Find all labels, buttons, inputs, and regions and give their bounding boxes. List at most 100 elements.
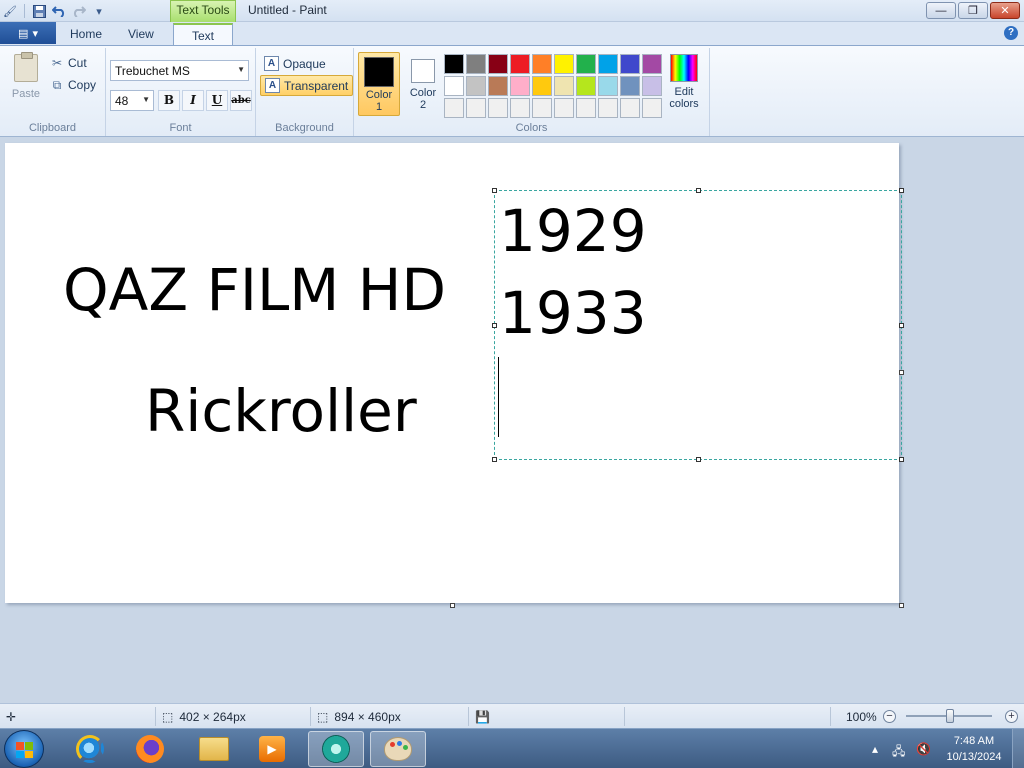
maximize-button[interactable]: ❐ (958, 2, 988, 19)
palette-color-swatch[interactable] (576, 54, 596, 74)
paint-app-icon[interactable]: 🖌 (0, 2, 20, 20)
redo-icon[interactable] (69, 2, 89, 20)
paint-palette-icon (384, 737, 412, 761)
canvas-resize-handle-se[interactable] (899, 603, 904, 608)
undo-icon[interactable] (49, 2, 69, 20)
strikethrough-button[interactable]: abc (230, 90, 252, 111)
palette-color-swatch[interactable] (576, 76, 596, 96)
canvas-text-title: QAZ FILM HD (63, 256, 447, 324)
palette-color-swatch[interactable] (488, 98, 508, 118)
active-text-box[interactable]: 1929 1933 (492, 188, 904, 462)
resize-handle-sw[interactable] (492, 457, 497, 462)
palette-color-swatch[interactable] (444, 98, 464, 118)
system-clock[interactable]: 7:48 AM 10/13/2024 (940, 733, 1008, 765)
media-player-icon: ▶ (259, 736, 285, 762)
resize-handle-s[interactable] (696, 457, 701, 462)
zoom-in-button[interactable]: + (1005, 710, 1018, 723)
resize-handle-nw[interactable] (492, 188, 497, 193)
taskbar-paint[interactable] (370, 731, 426, 767)
tab-text[interactable]: Text (173, 23, 233, 45)
palette-color-swatch[interactable] (620, 54, 640, 74)
palette-color-swatch[interactable] (532, 54, 552, 74)
edit-colors-button[interactable]: Edit colors (664, 54, 704, 110)
format-buttons: B I U abc (158, 90, 252, 111)
resize-handle-ne[interactable] (899, 188, 904, 193)
show-hidden-icons[interactable]: ▴ (872, 742, 878, 756)
copy-button[interactable]: ⧉ Copy (50, 76, 96, 94)
canvas-size-value: 894 × 460px (334, 709, 401, 724)
palette-color-swatch[interactable] (466, 98, 486, 118)
color-2-button[interactable]: Color 2 (404, 52, 442, 116)
palette-color-swatch[interactable] (510, 54, 530, 74)
network-icon[interactable]: 🖧 (892, 742, 905, 763)
palette-color-swatch[interactable] (620, 76, 640, 96)
save-icon[interactable] (29, 2, 49, 20)
tab-view[interactable]: View (114, 23, 168, 45)
underline-button[interactable]: U (206, 90, 228, 111)
palette-color-swatch[interactable] (444, 54, 464, 74)
palette-color-swatch[interactable] (598, 98, 618, 118)
color-spectrum-icon (670, 54, 698, 82)
paint-menu-button[interactable]: ▤ ▾ (0, 22, 56, 44)
color-1-label: Color (365, 89, 393, 101)
cursor-position-icon: ✛ (6, 709, 17, 724)
palette-color-swatch[interactable] (510, 98, 530, 118)
canvas-resize-handle-s[interactable] (450, 603, 455, 608)
taskbar-active-app[interactable] (308, 731, 364, 767)
taskbar-media-player[interactable]: ▶ (244, 731, 300, 767)
palette-color-swatch[interactable] (466, 76, 486, 96)
resize-handle-w[interactable] (492, 323, 497, 328)
italic-button[interactable]: I (182, 90, 204, 111)
tab-home[interactable]: Home (56, 23, 116, 45)
help-icon[interactable]: ? (1004, 26, 1018, 40)
palette-color-swatch[interactable] (554, 98, 574, 118)
cut-button[interactable]: ✂ Cut (50, 54, 87, 72)
palette-color-swatch[interactable] (444, 76, 464, 96)
resize-handle-e[interactable] (899, 323, 904, 328)
taskbar-firefox[interactable] (122, 731, 178, 767)
volume-muted-icon[interactable]: 🔇 (916, 742, 931, 756)
transparent-button[interactable]: A Transparent (260, 75, 354, 96)
start-button[interactable] (4, 730, 44, 768)
palette-color-swatch[interactable] (642, 54, 662, 74)
palette-color-swatch[interactable] (554, 54, 574, 74)
zoom-out-button[interactable]: − (883, 710, 896, 723)
opaque-button[interactable]: A Opaque (260, 53, 330, 74)
palette-color-swatch[interactable] (642, 98, 662, 118)
customize-qat-icon[interactable]: ▾ (89, 2, 109, 20)
color-1-button[interactable]: Color 1 (358, 52, 400, 116)
palette-color-swatch[interactable] (554, 76, 574, 96)
paste-button[interactable]: Paste (6, 52, 46, 104)
palette-color-swatch[interactable] (598, 76, 618, 96)
minimize-button[interactable]: — (926, 2, 956, 19)
font-family-select[interactable]: Trebuchet MS ▼ (110, 60, 249, 81)
taskbar-file-explorer[interactable] (186, 731, 242, 767)
show-desktop-button[interactable] (1012, 729, 1024, 768)
palette-color-swatch[interactable] (642, 76, 662, 96)
clipboard-icon (14, 52, 38, 82)
canvas-resize-handle-e[interactable] (899, 370, 904, 375)
palette-color-swatch[interactable] (620, 98, 640, 118)
clock-time: 7:48 AM (953, 735, 995, 747)
palette-color-swatch[interactable] (576, 98, 596, 118)
selection-icon: ⬚ (162, 709, 174, 724)
drawing-canvas[interactable]: QAZ FILM HD Rickroller 1929 1933 (5, 143, 904, 603)
resize-handle-n[interactable] (696, 188, 701, 193)
palette-color-swatch[interactable] (510, 76, 530, 96)
color-2-label: Color (409, 87, 437, 99)
resize-handle-se[interactable] (899, 457, 904, 462)
palette-color-swatch[interactable] (532, 76, 552, 96)
edit-colors-label-1: Edit (674, 86, 694, 98)
palette-color-swatch[interactable] (488, 54, 508, 74)
canvas-workspace[interactable]: QAZ FILM HD Rickroller 1929 1933 (0, 137, 1024, 703)
palette-color-swatch[interactable] (532, 98, 552, 118)
font-size-select[interactable]: 48 ▼ (110, 90, 154, 111)
taskbar-internet-explorer[interactable] (62, 731, 118, 767)
palette-color-swatch[interactable] (488, 76, 508, 96)
zoom-slider-thumb[interactable] (946, 709, 954, 723)
window-title: Untitled - Paint (248, 3, 327, 17)
close-button[interactable]: ✕ (990, 2, 1020, 19)
palette-color-swatch[interactable] (466, 54, 486, 74)
bold-button[interactable]: B (158, 90, 180, 111)
palette-color-swatch[interactable] (598, 54, 618, 74)
